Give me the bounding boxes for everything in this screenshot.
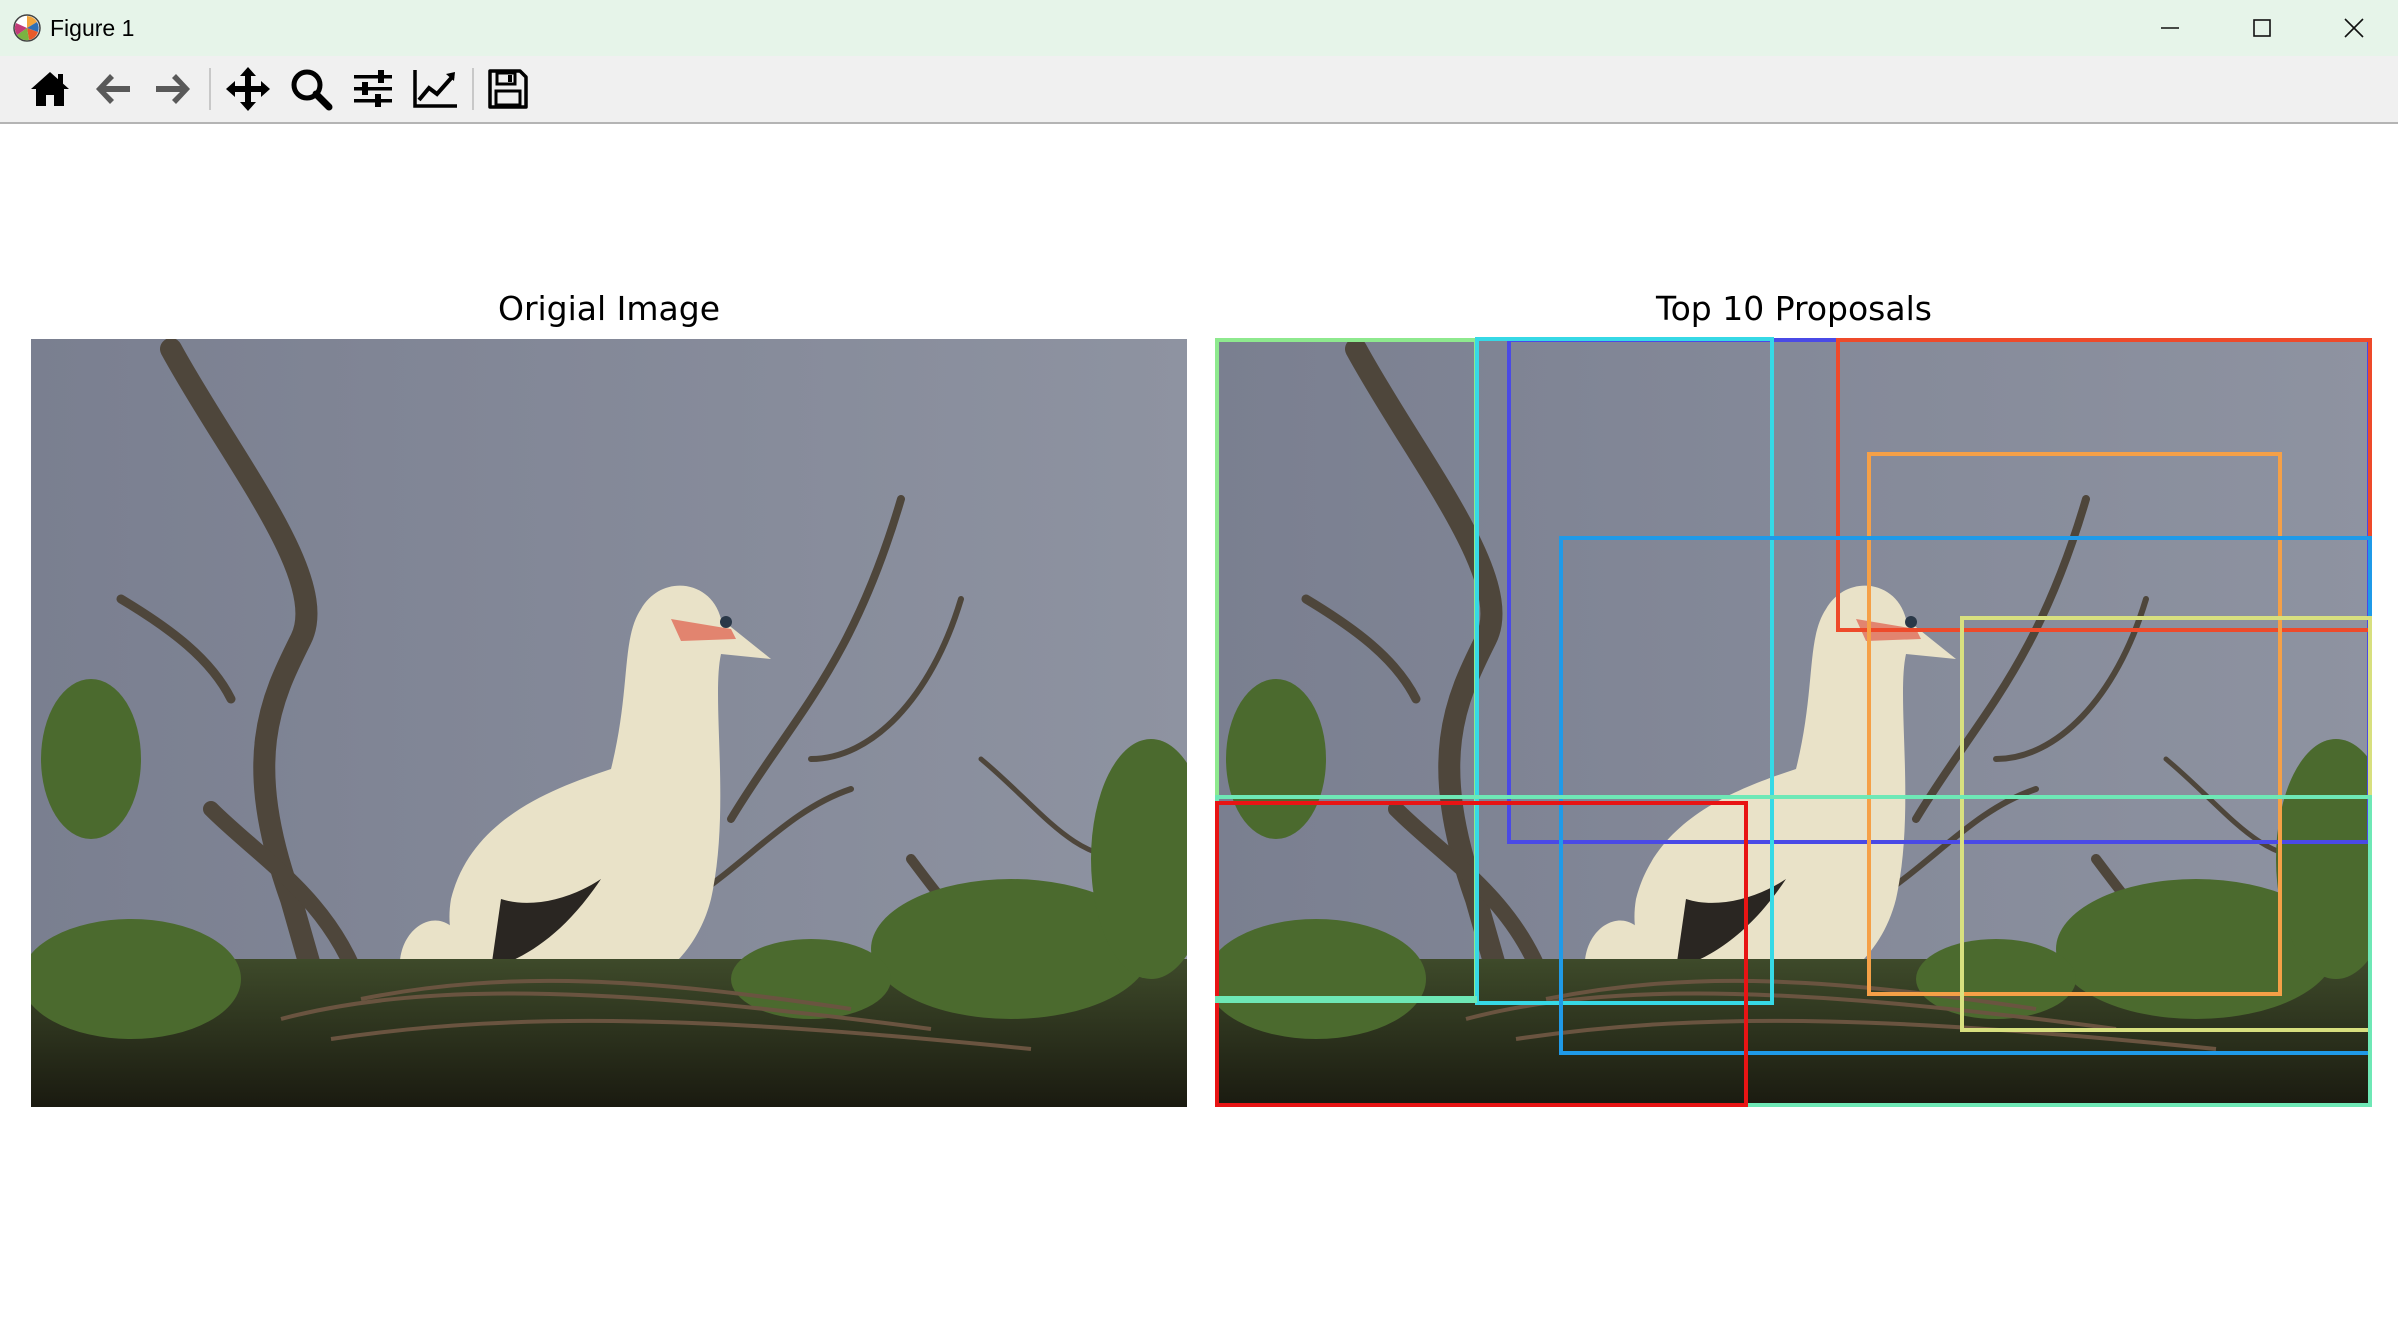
magnifier-icon [291, 69, 333, 111]
pan-button[interactable] [223, 64, 273, 114]
home-icon [31, 72, 69, 106]
proposal-box-9 [1215, 801, 1748, 1107]
line-chart-icon [413, 70, 457, 108]
move-icon [226, 67, 270, 111]
forward-button[interactable] [148, 64, 198, 114]
maximize-button[interactable] [2216, 0, 2308, 56]
proposal-boxes [1215, 337, 2372, 1107]
close-button[interactable] [2308, 0, 2398, 56]
arrow-left-icon [96, 74, 130, 104]
toolbar-separator [472, 68, 474, 110]
minimize-button[interactable] [2124, 0, 2216, 56]
matplotlib-logo-icon [12, 13, 42, 43]
home-button[interactable] [25, 64, 75, 114]
floppy-disk-icon [488, 69, 528, 109]
proposal-box-4 [1836, 338, 2372, 632]
window-title: Figure 1 [50, 15, 135, 41]
proposal-box-5 [1867, 452, 2282, 996]
proposal-box-2 [1507, 338, 2371, 844]
proposal-box-3 [1475, 337, 1774, 1005]
maximize-icon [2253, 19, 2271, 37]
back-button[interactable] [88, 64, 138, 114]
sliders-icon [354, 70, 392, 107]
left-axes-title: Origial Image [497, 289, 721, 328]
configure-subplots-button[interactable] [348, 64, 398, 114]
proposal-box-10 [1215, 996, 1477, 1003]
right-axes-title: Top 10 Proposals [1656, 289, 1932, 328]
save-button[interactable] [483, 64, 533, 114]
close-icon [2344, 18, 2364, 38]
toolbar-separator [209, 68, 211, 110]
zoom-button[interactable] [286, 64, 336, 114]
navigation-toolbar [0, 56, 2398, 124]
proposal-box-1 [1215, 338, 1478, 1001]
original-image [31, 339, 1187, 1107]
proposal-box-7 [1960, 616, 2372, 1032]
edit-axis-button[interactable] [410, 64, 460, 114]
minimize-icon [2161, 27, 2179, 29]
arrow-right-icon [156, 74, 190, 104]
title-bar: Figure 1 [0, 0, 2398, 56]
